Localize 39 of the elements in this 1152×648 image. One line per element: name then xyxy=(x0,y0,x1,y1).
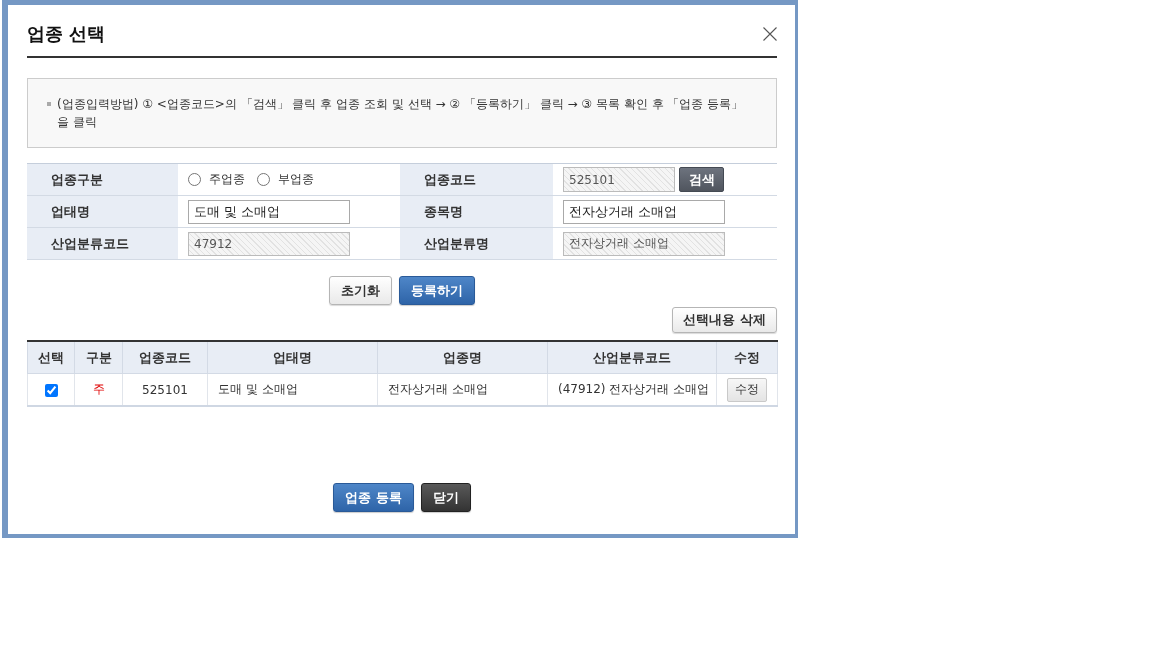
table-cell: 주 xyxy=(74,373,123,406)
table-cell: 전자상거래 소매업 xyxy=(377,373,548,406)
column-header: 산업분류코드 xyxy=(547,341,717,374)
column-header: 수정 xyxy=(716,341,778,374)
input-field[interactable]: 47912 xyxy=(188,231,350,256)
dialog-title: 업종 선택 xyxy=(27,22,106,46)
column-header: 선택 xyxy=(27,341,75,374)
input-field[interactable]: 전자상거래 소매업 xyxy=(563,231,725,256)
field-label-cell: 업종구분 xyxy=(27,164,178,196)
radio-button[interactable] xyxy=(257,173,270,186)
input-field[interactable]: 도매 및 소매업 xyxy=(188,199,350,224)
radio-label: 주업종 xyxy=(209,171,245,188)
column-header: 업종코드 xyxy=(122,341,208,374)
submit-button[interactable]: 업종 등록 xyxy=(333,483,414,512)
bullet-icon xyxy=(47,102,51,106)
field-label-cell: 종목명 xyxy=(400,196,553,228)
field-label-cell: 업종코드 xyxy=(400,164,553,196)
column-header: 업종명 xyxy=(377,341,548,374)
instruction-text: (업종입력방법) ① <업종코드>의 「검색」 클릭 후 업종 조회 및 선택 → ② 「등록하기」 클릭 → ③ 목록 확인 후 「업종 등록」을 클릭 xyxy=(57,96,745,131)
table-cell: 525101 xyxy=(122,373,208,406)
edit-button[interactable]: 수정 xyxy=(727,377,767,402)
close-button[interactable]: 닫기 xyxy=(420,483,471,512)
search-button[interactable]: 검색 xyxy=(679,167,724,192)
register-button[interactable]: 등록하기 xyxy=(399,276,475,305)
column-header: 업태명 xyxy=(207,341,378,374)
delete-button[interactable]: 선택내용 삭제 xyxy=(672,307,777,333)
input-field[interactable]: 525101 xyxy=(563,167,675,192)
field-label-cell: 업태명 xyxy=(27,196,178,228)
reset-button[interactable]: 초기화 xyxy=(329,276,392,305)
radio-label: 부업종 xyxy=(278,171,314,188)
column-header: 구분 xyxy=(74,341,123,374)
table-cell: (47912) 전자상거래 소매업 xyxy=(547,373,717,406)
input-field[interactable]: 전자상거래 소매업 xyxy=(563,199,725,224)
table-cell: 도매 및 소매업 xyxy=(207,373,378,406)
row-checkbox[interactable] xyxy=(44,383,58,397)
radio-button[interactable] xyxy=(188,173,201,186)
field-label-cell: 산업분류명 xyxy=(400,228,553,260)
field-label-cell: 산업분류코드 xyxy=(27,228,178,260)
close-icon[interactable] xyxy=(763,27,777,41)
